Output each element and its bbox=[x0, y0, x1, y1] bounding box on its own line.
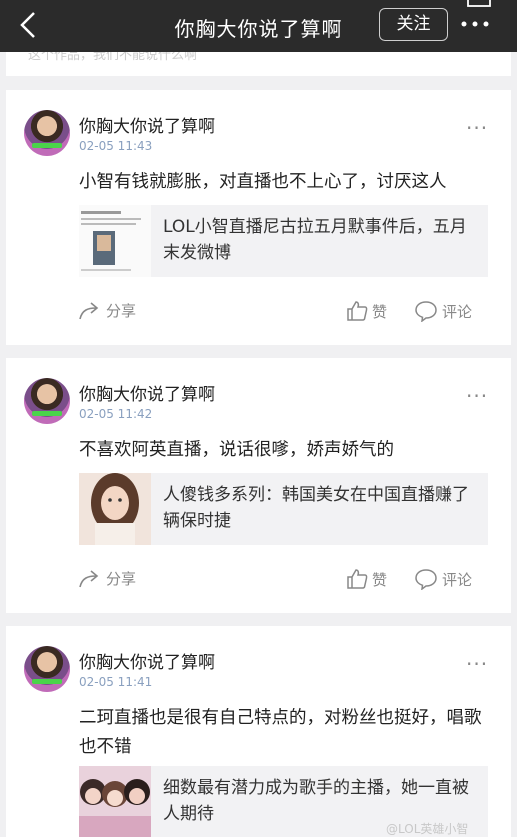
share-label: 分享 bbox=[106, 302, 137, 320]
post-time: 02-05 11:42 bbox=[79, 407, 153, 421]
watermark: @LOL英雄小智 bbox=[386, 822, 469, 836]
post-more-icon[interactable]: ··· bbox=[466, 116, 488, 140]
like-label: 赞 bbox=[372, 302, 388, 321]
follow-button[interactable]: 关注 bbox=[379, 8, 448, 41]
post-card[interactable]: 你胸大你说了算啊 02-05 11:42 ··· 不喜欢阿英直播，说话很嗲，娇声… bbox=[6, 358, 511, 613]
comment-button[interactable]: 评论 bbox=[414, 568, 472, 590]
post-content: 不喜欢阿英直播，说话很嗲，娇声娇气的 bbox=[79, 440, 394, 460]
post-more-icon[interactable]: ··· bbox=[466, 652, 488, 676]
post-card[interactable]: 你胸大你说了算啊 02-05 11:41 ··· 二珂直播也是很有自己特点的，对… bbox=[6, 626, 511, 837]
comment-icon bbox=[415, 301, 437, 322]
comment-button[interactable]: 评论 bbox=[414, 300, 472, 322]
article-thumbnail bbox=[79, 473, 151, 545]
avatar[interactable] bbox=[24, 646, 70, 692]
avatar[interactable] bbox=[24, 378, 70, 424]
article-title: LOL小智直播尼古拉五月默事件后，五月末发微博 bbox=[163, 217, 467, 263]
article-thumbnail bbox=[79, 205, 151, 277]
comment-icon bbox=[415, 569, 437, 590]
username[interactable]: 你胸大你说了算啊 bbox=[79, 380, 215, 405]
comment-label: 评论 bbox=[442, 570, 473, 589]
thumbs-up-icon bbox=[347, 301, 368, 321]
share-label: 分享 bbox=[106, 570, 137, 588]
top-bar: 你胸大你说了算啊 关注 bbox=[0, 0, 517, 52]
thumbs-up-icon bbox=[347, 569, 368, 589]
avatar[interactable] bbox=[24, 110, 70, 156]
post-content: 二珂直播也是很有自己特点的，对粉丝也挺好，唱歌也不错 bbox=[79, 708, 482, 757]
post-time: 02-05 11:41 bbox=[79, 675, 153, 689]
post-time: 02-05 11:43 bbox=[79, 139, 153, 153]
compose-icon[interactable] bbox=[458, 0, 498, 8]
username[interactable]: 你胸大你说了算啊 bbox=[79, 648, 215, 673]
article-title: 人傻钱多系列：韩国美女在中国直播赚了辆保时捷 bbox=[163, 485, 469, 531]
post-more-icon[interactable]: ··· bbox=[466, 384, 488, 408]
post-card[interactable]: 你胸大你说了算啊 02-05 11:43 ··· 小智有钱就膨胀，对直播也不上心… bbox=[6, 90, 511, 345]
share-icon bbox=[79, 301, 99, 319]
article-thumbnail bbox=[79, 766, 151, 837]
like-label: 赞 bbox=[372, 570, 388, 589]
share-button[interactable]: 分享 bbox=[78, 568, 136, 589]
like-button[interactable]: 赞 bbox=[346, 568, 387, 590]
post-content: 小智有钱就膨胀，对直播也不上心了，讨厌这人 bbox=[79, 172, 447, 192]
like-button[interactable]: 赞 bbox=[346, 300, 387, 322]
linked-article[interactable]: 人傻钱多系列：韩国美女在中国直播赚了辆保时捷 bbox=[79, 473, 488, 545]
linked-article[interactable]: LOL小智直播尼古拉五月默事件后，五月末发微博 bbox=[79, 205, 488, 277]
more-options-icon[interactable] bbox=[458, 10, 492, 38]
username[interactable]: 你胸大你说了算啊 bbox=[79, 112, 215, 137]
comment-label: 评论 bbox=[442, 302, 473, 321]
share-button[interactable]: 分享 bbox=[78, 300, 136, 321]
share-icon bbox=[79, 569, 99, 587]
